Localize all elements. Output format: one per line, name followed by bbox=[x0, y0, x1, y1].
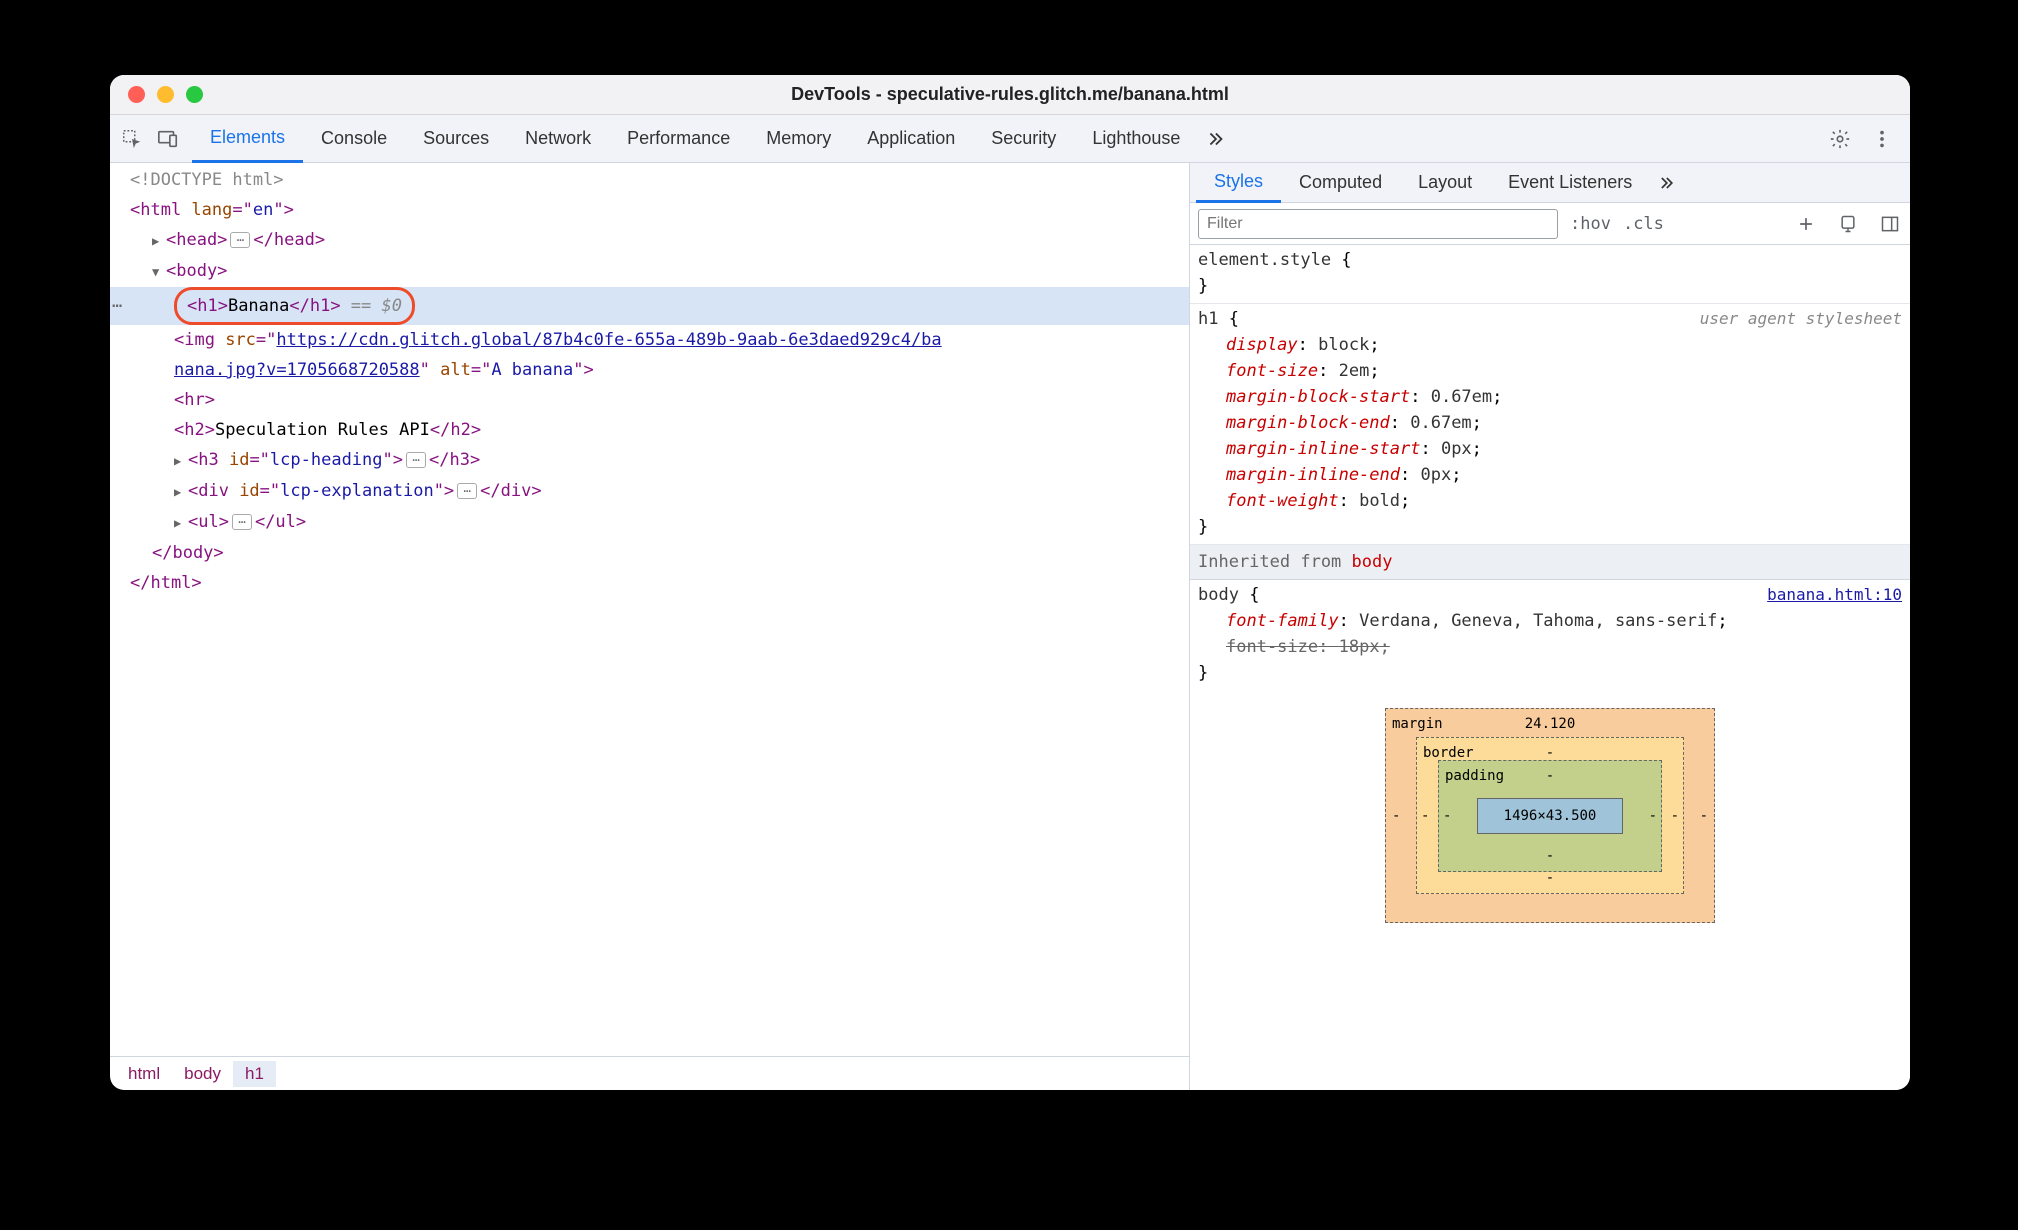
rule-body[interactable]: banana.html:10 body { font-family: Verda… bbox=[1190, 580, 1910, 690]
dom-head[interactable]: <head> bbox=[166, 230, 227, 250]
box-model-content[interactable]: 1496×43.500 bbox=[1477, 798, 1623, 834]
breadcrumb-h1[interactable]: h1 bbox=[233, 1061, 276, 1087]
titlebar: DevTools - speculative-rules.glitch.me/b… bbox=[110, 75, 1910, 115]
tab-security[interactable]: Security bbox=[973, 115, 1074, 163]
dom-ul[interactable]: ▶<ul>⋯</ul> bbox=[110, 507, 1189, 538]
rule-element-style[interactable]: element.style { } bbox=[1190, 245, 1910, 304]
rule-h1[interactable]: user agent stylesheet h1 { display: bloc… bbox=[1190, 304, 1910, 545]
rendering-emulations-icon[interactable] bbox=[1836, 212, 1860, 236]
box-model-padding[interactable]: padding - - - - 1496×43.500 bbox=[1438, 760, 1662, 872]
collapsed-ellipsis-icon[interactable]: ⋯ bbox=[406, 452, 426, 468]
splitview: <!DOCTYPE html> <html lang="en"> ▶<head>… bbox=[110, 163, 1910, 1090]
style-rules[interactable]: element.style { } user agent stylesheet … bbox=[1190, 245, 1910, 1090]
styles-panel: Styles Computed Layout Event Listeners :… bbox=[1190, 163, 1910, 1090]
breadcrumb-html[interactable]: html bbox=[116, 1061, 172, 1087]
styles-tabs-overflow-icon[interactable] bbox=[1650, 163, 1682, 203]
kebab-menu-icon[interactable] bbox=[1870, 127, 1894, 151]
breadcrumb: html body h1 bbox=[110, 1056, 1189, 1090]
tab-application[interactable]: Application bbox=[849, 115, 973, 163]
breadcrumb-body[interactable]: body bbox=[172, 1061, 233, 1087]
dom-html-close[interactable]: </html> bbox=[110, 568, 1189, 598]
dom-h3[interactable]: ▶<h3 id="lcp-heading">⋯</h3> bbox=[110, 445, 1189, 476]
styles-filter-input[interactable] bbox=[1198, 209, 1558, 239]
box-model-border[interactable]: border - - - - padding - - - - bbox=[1416, 737, 1684, 894]
close-window-button[interactable] bbox=[128, 86, 145, 103]
dom-div[interactable]: ▶<div id="lcp-explanation">⋯</div> bbox=[110, 476, 1189, 507]
main-toolbar: Elements Console Sources Network Perform… bbox=[110, 115, 1910, 163]
collapsed-ellipsis-icon[interactable]: ⋯ bbox=[457, 483, 477, 499]
tab-performance[interactable]: Performance bbox=[609, 115, 748, 163]
dom-doctype[interactable]: <!DOCTYPE html> bbox=[130, 170, 284, 190]
new-style-rule-icon[interactable] bbox=[1794, 212, 1818, 236]
box-model-margin[interactable]: margin 24.120 - - border - - - - padding bbox=[1385, 708, 1715, 923]
styles-filter-row: :hov .cls bbox=[1190, 203, 1910, 245]
dom-img-line2[interactable]: nana.jpg?v=1705668720588" alt="A banana"… bbox=[110, 355, 1189, 385]
dom-body-close[interactable]: </body> bbox=[110, 538, 1189, 568]
box-model[interactable]: margin 24.120 - - border - - - - padding bbox=[1190, 690, 1910, 923]
elements-panel: <!DOCTYPE html> <html lang="en"> ▶<head>… bbox=[110, 163, 1190, 1090]
hov-toggle[interactable]: :hov bbox=[1570, 214, 1611, 234]
disclosure-icon[interactable]: ▶ bbox=[152, 226, 166, 256]
disclosure-icon[interactable]: ▼ bbox=[152, 257, 166, 287]
disclosure-icon[interactable]: ▶ bbox=[174, 477, 188, 507]
dom-img[interactable]: <img src="https://cdn.glitch.global/87b4… bbox=[110, 325, 1189, 355]
tabs-overflow-icon[interactable] bbox=[1198, 115, 1232, 163]
styles-tabs: Styles Computed Layout Event Listeners bbox=[1190, 163, 1910, 203]
device-toolbar-icon[interactable] bbox=[156, 127, 180, 151]
dom-hr[interactable]: <hr> bbox=[110, 385, 1189, 415]
styles-tab-styles[interactable]: Styles bbox=[1196, 163, 1281, 203]
dom-tree[interactable]: <!DOCTYPE html> <html lang="en"> ▶<head>… bbox=[110, 163, 1189, 1056]
dom-html-open[interactable]: <html lang="en"> bbox=[130, 200, 294, 220]
tab-sources[interactable]: Sources bbox=[405, 115, 507, 163]
main-tabs: Elements Console Sources Network Perform… bbox=[192, 115, 1232, 163]
settings-icon[interactable] bbox=[1828, 127, 1852, 151]
minimize-window-button[interactable] bbox=[157, 86, 174, 103]
inspect-element-icon[interactable] bbox=[120, 127, 144, 151]
cls-toggle[interactable]: .cls bbox=[1623, 214, 1664, 234]
tab-network[interactable]: Network bbox=[507, 115, 609, 163]
collapsed-ellipsis-icon[interactable]: ⋯ bbox=[232, 514, 252, 530]
tab-memory[interactable]: Memory bbox=[748, 115, 849, 163]
disclosure-icon[interactable]: ▶ bbox=[174, 508, 188, 538]
dom-body-open[interactable]: <body> bbox=[166, 261, 227, 281]
selection-highlight: <h1>Banana</h1> == $0 bbox=[174, 287, 415, 325]
devtools-window: DevTools - speculative-rules.glitch.me/b… bbox=[110, 75, 1910, 1090]
tab-elements[interactable]: Elements bbox=[192, 115, 303, 163]
rule-source-ua: user agent stylesheet bbox=[1700, 306, 1902, 332]
traffic-lights bbox=[110, 86, 203, 103]
disclosure-icon[interactable]: ▶ bbox=[174, 446, 188, 476]
window-title: DevTools - speculative-rules.glitch.me/b… bbox=[110, 84, 1910, 105]
styles-tab-layout[interactable]: Layout bbox=[1400, 163, 1490, 203]
styles-tab-event-listeners[interactable]: Event Listeners bbox=[1490, 163, 1650, 203]
tab-lighthouse[interactable]: Lighthouse bbox=[1074, 115, 1198, 163]
tab-console[interactable]: Console bbox=[303, 115, 405, 163]
dom-h2[interactable]: <h2>Speculation Rules API</h2> bbox=[110, 415, 1189, 445]
collapsed-ellipsis-icon[interactable]: ⋯ bbox=[230, 232, 250, 248]
computed-sidebar-icon[interactable] bbox=[1878, 212, 1902, 236]
dom-h1-selected[interactable]: <h1>Banana</h1> == $0 bbox=[110, 287, 1189, 325]
styles-tab-computed[interactable]: Computed bbox=[1281, 163, 1400, 203]
zoom-window-button[interactable] bbox=[186, 86, 203, 103]
rule-source-link[interactable]: banana.html:10 bbox=[1767, 585, 1902, 604]
inherited-from-bar: Inherited from body bbox=[1190, 545, 1910, 580]
